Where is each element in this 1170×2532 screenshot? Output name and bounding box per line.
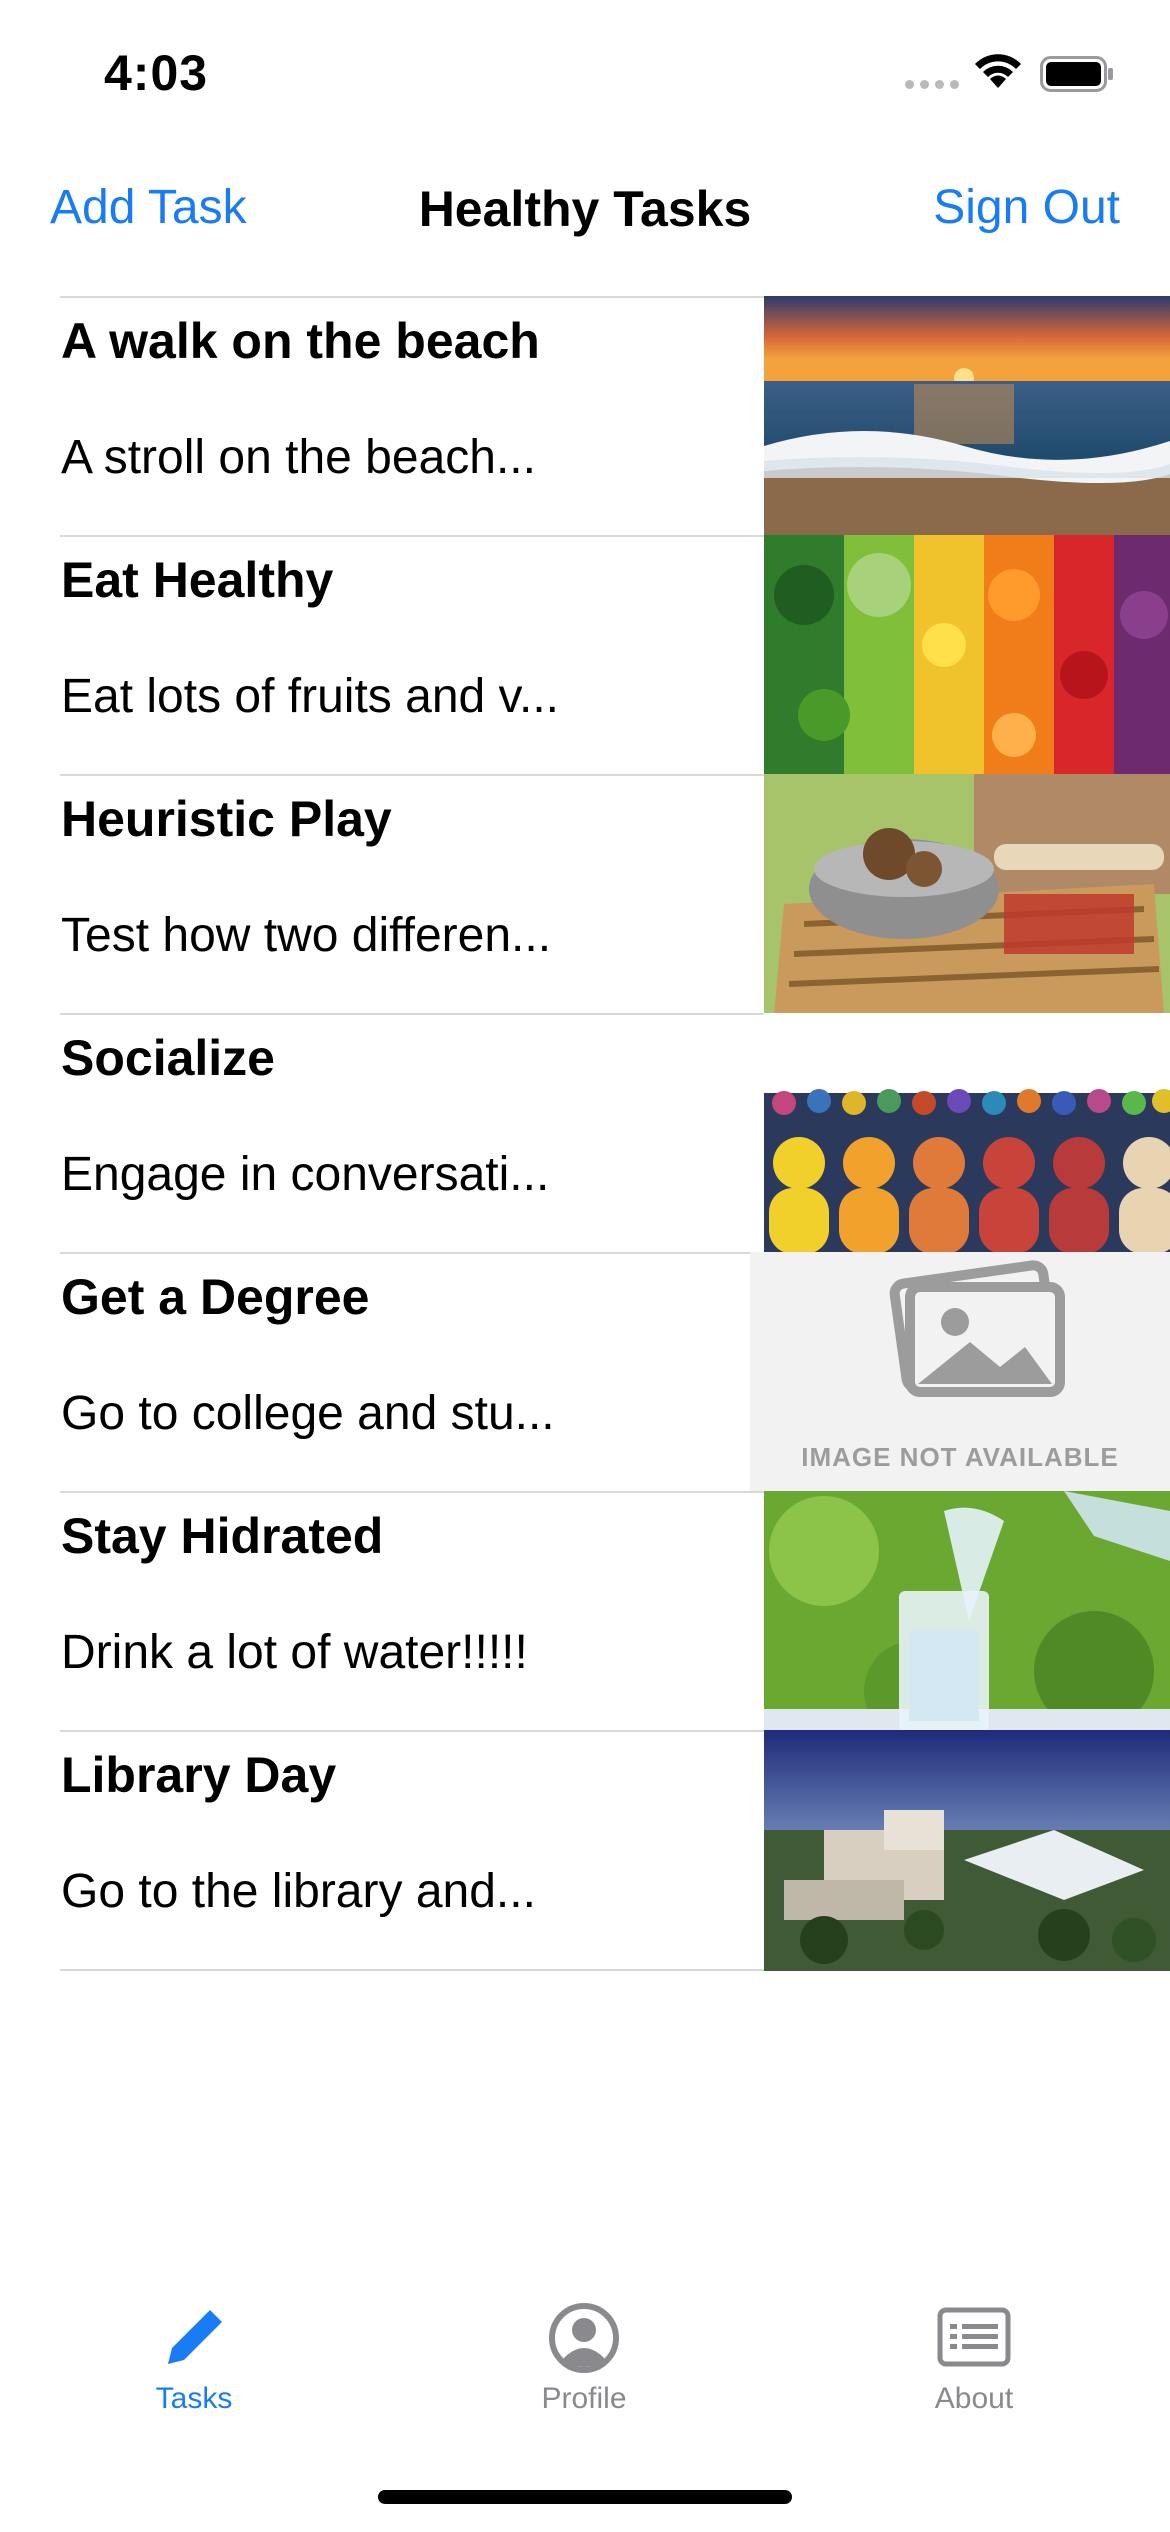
task-image-fruits-vegetables bbox=[764, 535, 1170, 776]
task-title: Get a Degree bbox=[61, 1269, 370, 1325]
tab-label: About bbox=[934, 2382, 1014, 2415]
task-image-campus-library bbox=[764, 1730, 1170, 1971]
navigation-bar: Add Task Healthy Tasks Sign Out bbox=[0, 160, 1170, 256]
task-image-beach-sunset bbox=[764, 296, 1170, 537]
cellular-signal-icon bbox=[905, 80, 959, 89]
task-image-water-glass bbox=[764, 1491, 1170, 1732]
tab-profile[interactable]: Profile bbox=[484, 2280, 684, 2440]
task-row[interactable]: A walk on the beach A stroll on the beac… bbox=[60, 296, 1170, 537]
task-description: Test how two differen... bbox=[61, 909, 552, 962]
task-row[interactable]: Library Day Go to the library and... bbox=[60, 1730, 1170, 1971]
sign-out-button[interactable]: Sign Out bbox=[933, 180, 1120, 235]
task-row[interactable]: Stay Hidrated Drink a lot of water!!!!! bbox=[60, 1491, 1170, 1732]
task-description: Engage in conversati... bbox=[61, 1148, 550, 1201]
task-title: Library Day bbox=[61, 1747, 337, 1803]
task-row[interactable]: Eat Healthy Eat lots of fruits and v... bbox=[60, 535, 1170, 776]
list-card-icon bbox=[937, 2307, 1011, 2367]
task-description: Go to college and stu... bbox=[61, 1387, 555, 1440]
task-row[interactable]: Heuristic Play Test how two differen... bbox=[60, 774, 1170, 1015]
task-title: Eat Healthy bbox=[61, 552, 334, 608]
tab-label: Tasks bbox=[155, 2382, 233, 2415]
pencil-icon bbox=[168, 2310, 222, 2364]
task-image-crowd-people bbox=[764, 1013, 1170, 1254]
tab-bar: Tasks Profile About bbox=[0, 2280, 1170, 2440]
home-indicator bbox=[378, 2490, 792, 2504]
task-description: Eat lots of fruits and v... bbox=[61, 670, 559, 723]
task-image-placeholder: IMAGE NOT AVAILABLE bbox=[750, 1252, 1170, 1493]
status-time: 4:03 bbox=[104, 45, 209, 101]
task-description: A stroll on the beach... bbox=[61, 431, 536, 484]
battery-icon bbox=[1040, 56, 1113, 92]
wifi-icon bbox=[975, 54, 1021, 88]
task-title: Heuristic Play bbox=[61, 791, 392, 847]
person-circle-icon bbox=[549, 2303, 619, 2373]
task-description: Drink a lot of water!!!!! bbox=[61, 1626, 528, 1679]
task-title: Socialize bbox=[61, 1030, 275, 1086]
task-title: A walk on the beach bbox=[61, 313, 540, 369]
tab-tasks[interactable]: Tasks bbox=[94, 2280, 294, 2440]
task-description: Go to the library and... bbox=[61, 1865, 536, 1918]
tab-about[interactable]: About bbox=[874, 2280, 1074, 2440]
task-image-basket-objects bbox=[764, 774, 1170, 1015]
image-not-available-label: IMAGE NOT AVAILABLE bbox=[801, 1442, 1119, 1472]
tab-label: Profile bbox=[541, 2382, 627, 2415]
task-list: A walk on the beach A stroll on the beac… bbox=[60, 296, 1170, 1971]
task-row[interactable]: Socialize Engage in conversati... bbox=[60, 1013, 1170, 1254]
task-title: Stay Hidrated bbox=[61, 1508, 384, 1564]
task-row[interactable]: Get a Degree Go to college and stu... IM… bbox=[60, 1252, 1170, 1493]
status-bar: 4:03 bbox=[0, 0, 1170, 140]
